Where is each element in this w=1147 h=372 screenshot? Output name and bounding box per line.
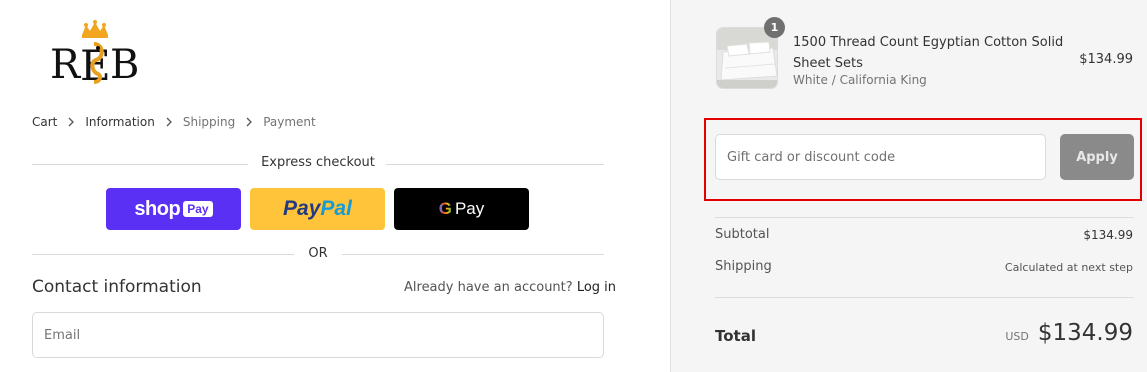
express-checkout-header: Express checkout — [32, 155, 604, 175]
product-name: 1500 Thread Count Egyptian Cotton Solid … — [793, 35, 1064, 71]
breadcrumb-information: Information — [85, 115, 155, 129]
discount-code-input[interactable] — [715, 134, 1046, 180]
paypal-wordmark-part1: Pay — [283, 197, 321, 220]
chevron-right-icon — [164, 117, 174, 127]
breadcrumb-payment: Payment — [263, 115, 316, 129]
divider — [715, 297, 1134, 298]
shop-pay-button[interactable]: shop Pay — [106, 188, 241, 230]
breadcrumb-cart[interactable]: Cart — [32, 115, 57, 129]
order-summary: 1 1500 Thread Count Egyptian Cotton Soli… — [670, 0, 1147, 372]
quantity-badge: 1 — [764, 17, 785, 38]
email-input[interactable] — [32, 312, 604, 358]
svg-text:R: R — [50, 42, 82, 88]
total-amount: $134.99 — [1037, 320, 1133, 346]
breadcrumb: Cart Information Shipping Payment — [32, 115, 316, 129]
apply-discount-button[interactable]: Apply — [1060, 134, 1134, 180]
shop-pay-badge: Pay — [183, 201, 213, 217]
or-separator: OR — [32, 246, 604, 264]
express-checkout-title: Express checkout — [261, 155, 375, 170]
logo-image: R B E — [50, 20, 139, 90]
account-prompt-text: Already have an account? — [404, 280, 573, 295]
total-label: Total — [715, 327, 756, 345]
product-variant: White / California King — [793, 73, 927, 87]
google-pay-button[interactable]: G Pay — [394, 188, 529, 230]
subtotal-value: $134.99 — [1083, 228, 1133, 242]
contact-information-title: Contact information — [32, 277, 202, 297]
chevron-right-icon — [66, 117, 76, 127]
divider — [715, 217, 1134, 218]
paypal-wordmark-part2: Pal — [320, 197, 352, 220]
google-pay-label: Pay — [454, 199, 485, 218]
account-prompt: Already have an account? Log in — [404, 280, 616, 295]
divider — [342, 254, 604, 255]
total-price: USD $134.99 — [1005, 320, 1133, 346]
chevron-right-icon — [244, 117, 254, 127]
subtotal-label: Subtotal — [715, 227, 770, 242]
shipping-label: Shipping — [715, 259, 772, 274]
breadcrumb-shipping: Shipping — [182, 115, 236, 129]
total-currency: USD — [1005, 330, 1029, 343]
login-link[interactable]: Log in — [577, 280, 616, 295]
shipping-value: Calculated at next step — [1004, 261, 1133, 274]
google-g-icon: G — [438, 199, 452, 218]
paypal-button[interactable]: Pay Pal — [250, 188, 385, 230]
divider — [386, 164, 604, 165]
checkout-main: R B E Cart Information Shipping Payment … — [0, 0, 670, 372]
store-logo[interactable]: R B E — [46, 18, 146, 90]
shop-pay-wordmark: shop — [134, 197, 181, 220]
svg-text:B: B — [110, 42, 139, 88]
product-price: $134.99 — [1079, 52, 1133, 67]
